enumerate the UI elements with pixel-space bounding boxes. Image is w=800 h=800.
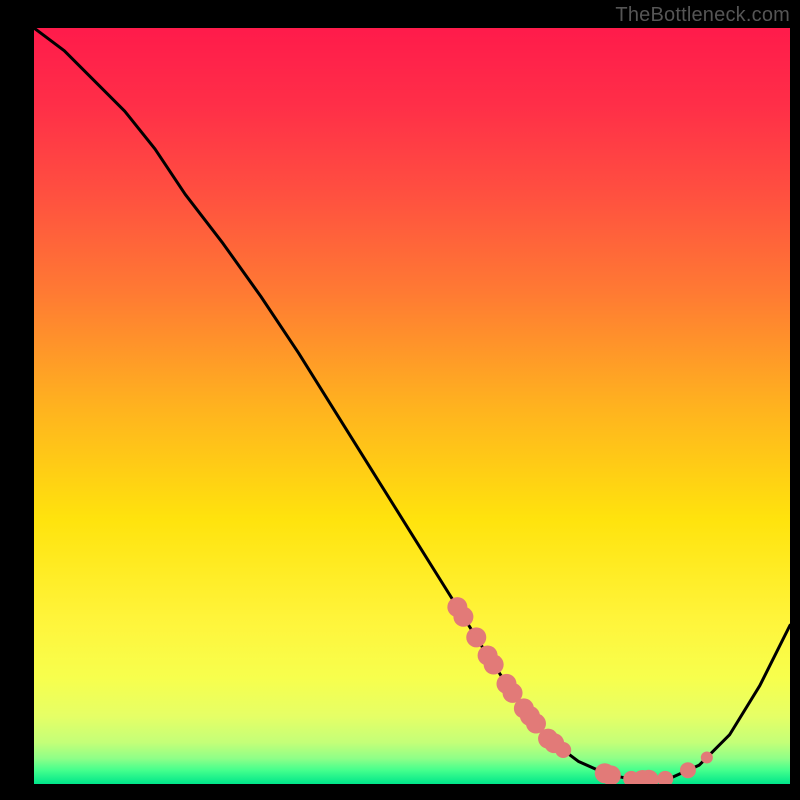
marker-point: [555, 742, 571, 758]
marker-point: [466, 627, 486, 647]
chart-svg: [34, 28, 790, 784]
marker-point: [701, 752, 713, 764]
chart-container: TheBottleneck.com: [0, 0, 800, 800]
marker-point: [484, 655, 504, 675]
marker-point: [453, 607, 473, 627]
marker-point: [680, 762, 696, 778]
attribution-label: TheBottleneck.com: [615, 4, 790, 27]
plot-area: [34, 28, 790, 784]
